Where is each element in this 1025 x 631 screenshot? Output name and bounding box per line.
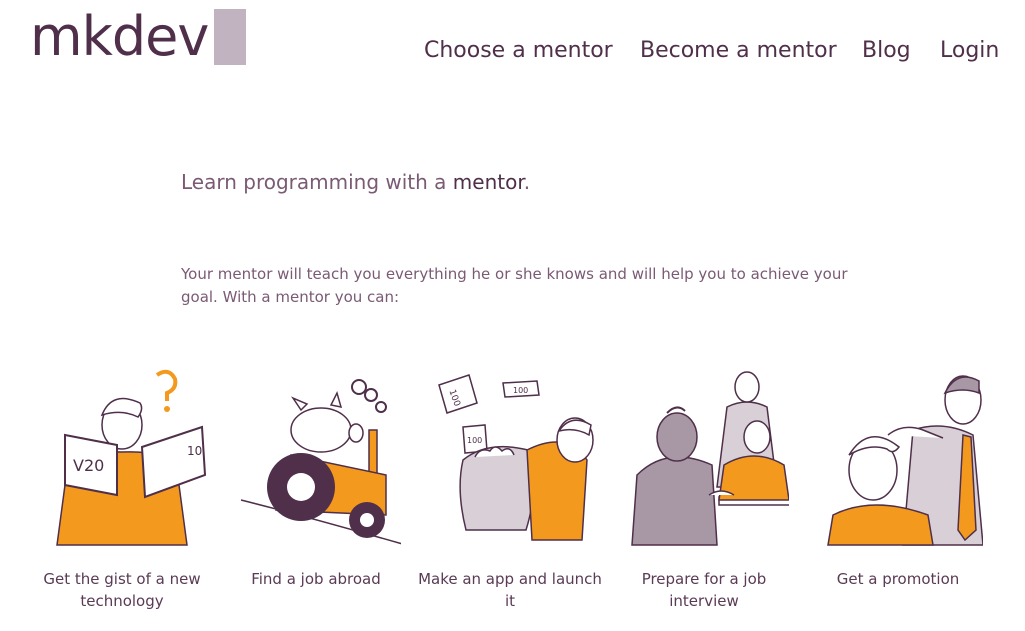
main-nav: Choose a mentor Become a mentor Blog Log… xyxy=(0,38,1025,68)
feature-promotion: Get a promotion xyxy=(803,365,993,588)
tagline-prefix: Learn programming with a xyxy=(181,170,453,194)
money-bag-illustration: 100 100 100 xyxy=(438,374,594,541)
feature-interview: Prepare for a job interview xyxy=(609,365,799,610)
feature-caption: Get the gist of a new technology xyxy=(43,570,201,610)
pig-on-tractor-illustration xyxy=(240,379,401,545)
nav-choose-mentor[interactable]: Choose a mentor xyxy=(424,38,613,63)
feature-make-app: 100 100 100 Make an app and launch it xyxy=(415,365,605,610)
reading-person-illustration: V20 10 xyxy=(56,369,207,546)
tagline-highlight: mentor xyxy=(452,170,524,194)
interview-illustration xyxy=(631,371,789,546)
feature-caption: Find a job abroad xyxy=(251,570,381,588)
feature-caption: Prepare for a job interview xyxy=(641,570,767,610)
feature-caption: Make an app and launch it xyxy=(418,570,602,610)
tagline: Learn programming with a mentor. xyxy=(181,170,530,194)
nav-blog[interactable]: Blog xyxy=(862,38,911,63)
nav-login[interactable]: Login xyxy=(940,38,999,63)
feature-job-abroad: Find a job abroad xyxy=(221,365,411,588)
svg-text:100: 100 xyxy=(467,436,482,445)
promotion-illustration xyxy=(827,375,983,546)
svg-text:V20: V20 xyxy=(73,456,104,475)
nav-become-mentor[interactable]: Become a mentor xyxy=(640,38,837,63)
tagline-suffix: . xyxy=(523,170,531,194)
svg-text:100: 100 xyxy=(513,386,528,395)
feature-caption: Get a promotion xyxy=(836,570,960,588)
intro-text: Your mentor will teach you everything he… xyxy=(181,265,848,306)
svg-text:10: 10 xyxy=(187,444,202,458)
feature-learn-tech: V20 10 Get the gist of a new technology xyxy=(27,365,217,610)
